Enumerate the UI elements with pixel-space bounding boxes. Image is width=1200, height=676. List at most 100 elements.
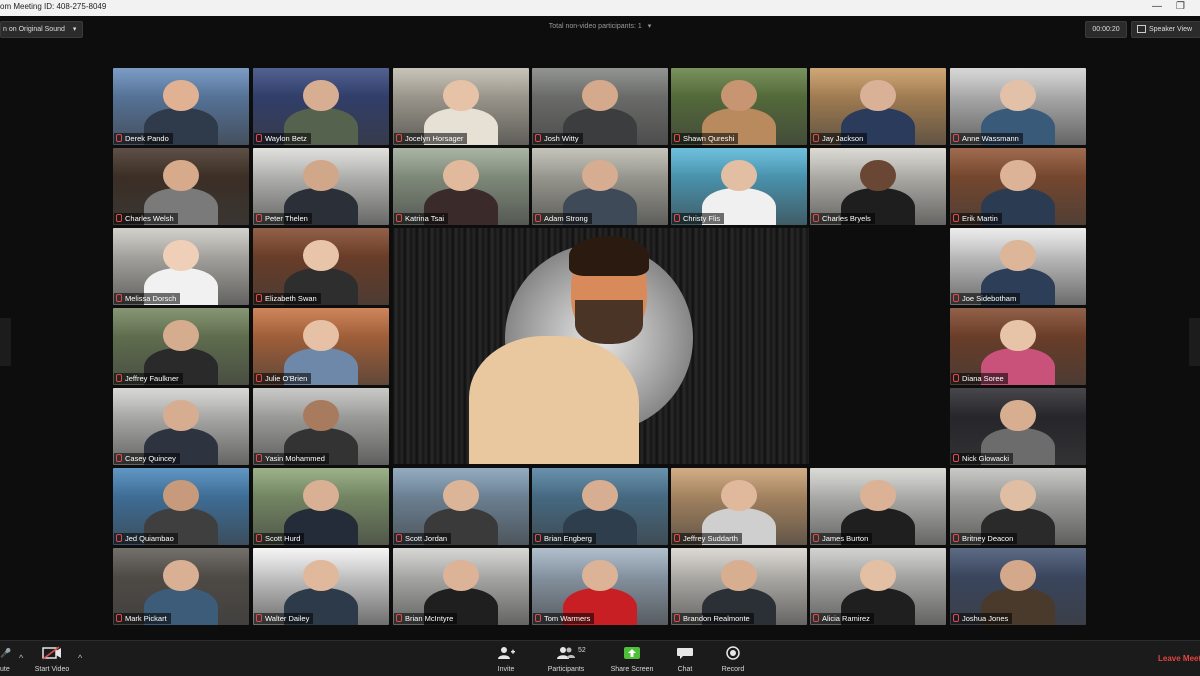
mic-muted-icon (396, 134, 402, 142)
participant-tile[interactable]: Christy Flis (671, 148, 807, 225)
invite-button[interactable]: Invite (474, 646, 538, 674)
participant-tile[interactable]: Jay Jackson (810, 68, 946, 145)
participant-tile[interactable]: Yasin Mohammed (253, 388, 389, 465)
participant-name: Walter Dailey (265, 614, 310, 623)
participant-name: James Burton (822, 534, 869, 543)
mic-muted-icon (116, 134, 122, 142)
participant-tile[interactable]: Adam Strong (532, 148, 668, 225)
participant-head (163, 320, 199, 352)
participant-name: Mark Pickart (125, 614, 167, 623)
participant-tile[interactable]: Peter Thelen (253, 148, 389, 225)
participant-name-tag: Joshua Jones (951, 613, 1013, 624)
mic-muted-icon (674, 214, 680, 222)
previous-page-arrow[interactable] (0, 318, 11, 366)
participant-tile[interactable]: Julie O'Brien (253, 308, 389, 385)
participant-head (860, 80, 896, 112)
mic-muted-icon (396, 614, 402, 622)
start-video-button[interactable]: Start Video (20, 646, 84, 674)
participant-head (582, 80, 618, 112)
leave-meeting-button[interactable]: Leave Meeti (1158, 654, 1200, 663)
participant-tile[interactable]: Jeffrey Suddarth (671, 468, 807, 545)
record-button[interactable]: Record (701, 646, 765, 674)
participant-tile[interactable]: Diana Soree (950, 308, 1086, 385)
participant-tile[interactable]: Josh Witty (532, 68, 668, 145)
participant-name: Elizabeth Swan (265, 294, 317, 303)
mic-muted-icon (535, 534, 541, 542)
participant-head (163, 80, 199, 112)
mic-muted-icon (953, 454, 959, 462)
participant-tile[interactable]: Shawn Qureshi (671, 68, 807, 145)
participant-name: Joshua Jones (962, 614, 1009, 623)
speaker-view-icon (1137, 25, 1146, 34)
participant-tile[interactable]: Erik Martin (950, 148, 1086, 225)
participant-tile[interactable]: Scott Jordan (393, 468, 529, 545)
participant-name-tag: Charles Welsh (114, 213, 178, 224)
participant-head (582, 160, 618, 192)
participant-tile[interactable]: Derek Pando (113, 68, 249, 145)
participant-tile[interactable]: Casey Quincey (113, 388, 249, 465)
mic-muted-icon (953, 134, 959, 142)
mic-muted-icon (535, 214, 541, 222)
mic-muted-icon[interactable]: 🎤 (0, 648, 11, 659)
restore-icon[interactable]: ❐ (1176, 1, 1185, 13)
participants-button[interactable]: Participants (534, 646, 598, 674)
participant-head (582, 560, 618, 592)
participant-tile[interactable]: Scott Hurd (253, 468, 389, 545)
participant-head (721, 80, 757, 112)
window-title-bar: om Meeting ID: 408-275-8049 — ❐ (0, 0, 1200, 17)
participant-name: Jed Quiambao (125, 534, 174, 543)
participant-head (860, 480, 896, 512)
speaker-view-button[interactable]: Speaker View (1131, 21, 1200, 38)
mic-muted-icon (813, 614, 819, 622)
participant-tile[interactable]: Anne Wassmann (950, 68, 1086, 145)
original-sound-button[interactable]: n on Original Sound ▾ (0, 21, 84, 38)
participant-tile[interactable]: Brian McIntyre (393, 548, 529, 625)
participant-tile[interactable]: Alicia Ramirez (810, 548, 946, 625)
minimize-icon[interactable]: — (1152, 1, 1162, 13)
participant-name-tag: Jeffrey Faulkner (114, 373, 183, 384)
participant-name: Britney Deacon (962, 534, 1014, 543)
participant-tile[interactable]: Melissa Dorsch (113, 228, 249, 305)
mic-muted-icon (256, 374, 262, 382)
participant-head (721, 560, 757, 592)
mic-muted-icon (116, 534, 122, 542)
participant-tile[interactable]: Katrina Tsai (393, 148, 529, 225)
participant-tile[interactable]: Mark Pickart (113, 548, 249, 625)
participant-tile[interactable]: Brandon Realmonte (671, 548, 807, 625)
participant-tile[interactable]: Joshua Jones (950, 548, 1086, 625)
participant-name-tag: Casey Quincey (114, 453, 180, 464)
participant-tile[interactable]: Joe Sidebotham (950, 228, 1086, 305)
participant-tile[interactable]: Jocelyn Horsager (393, 68, 529, 145)
participant-tile[interactable]: James Burton (810, 468, 946, 545)
mic-muted-icon (256, 134, 262, 142)
participant-head (1000, 320, 1036, 352)
participant-tile[interactable]: Britney Deacon (950, 468, 1086, 545)
participant-tile[interactable]: Jeffrey Faulkner (113, 308, 249, 385)
video-options-caret[interactable]: ^ (78, 653, 82, 663)
participant-tile[interactable]: Charles Bryels (810, 148, 946, 225)
participant-name-tag: Waylon Betz (254, 133, 311, 144)
participant-tile[interactable]: Tom Warmers (532, 548, 668, 625)
participant-name: Charles Welsh (125, 214, 174, 223)
participant-name: Josh Witty (544, 134, 579, 143)
participant-head (1000, 160, 1036, 192)
participant-tile[interactable]: Jed Quiambao (113, 468, 249, 545)
participant-name: Anne Wassmann (962, 134, 1019, 143)
spotlight-person-body (469, 336, 639, 464)
participant-name-tag: Julie O'Brien (254, 373, 312, 384)
participant-tile[interactable]: Elizabeth Swan (253, 228, 389, 305)
participant-tile[interactable]: Nick Glowacki (950, 388, 1086, 465)
participant-name-tag: Anne Wassmann (951, 133, 1023, 144)
participant-name: Diana Soree (962, 374, 1004, 383)
next-page-arrow[interactable] (1189, 318, 1200, 366)
mic-muted-icon (674, 134, 680, 142)
participant-head (303, 480, 339, 512)
nonvideo-participants-dropdown[interactable]: Total non-video participants: 1 ▾ (500, 22, 700, 32)
participant-head (582, 480, 618, 512)
participant-tile[interactable]: Charles Welsh (113, 148, 249, 225)
participant-name-tag: Brandon Realmonte (672, 613, 754, 624)
participant-tile[interactable]: Waylon Betz (253, 68, 389, 145)
participant-tile[interactable]: Brian Engberg (532, 468, 668, 545)
meeting-timer: 00:00:20 (1085, 21, 1127, 38)
participant-tile[interactable]: Walter Dailey (253, 548, 389, 625)
